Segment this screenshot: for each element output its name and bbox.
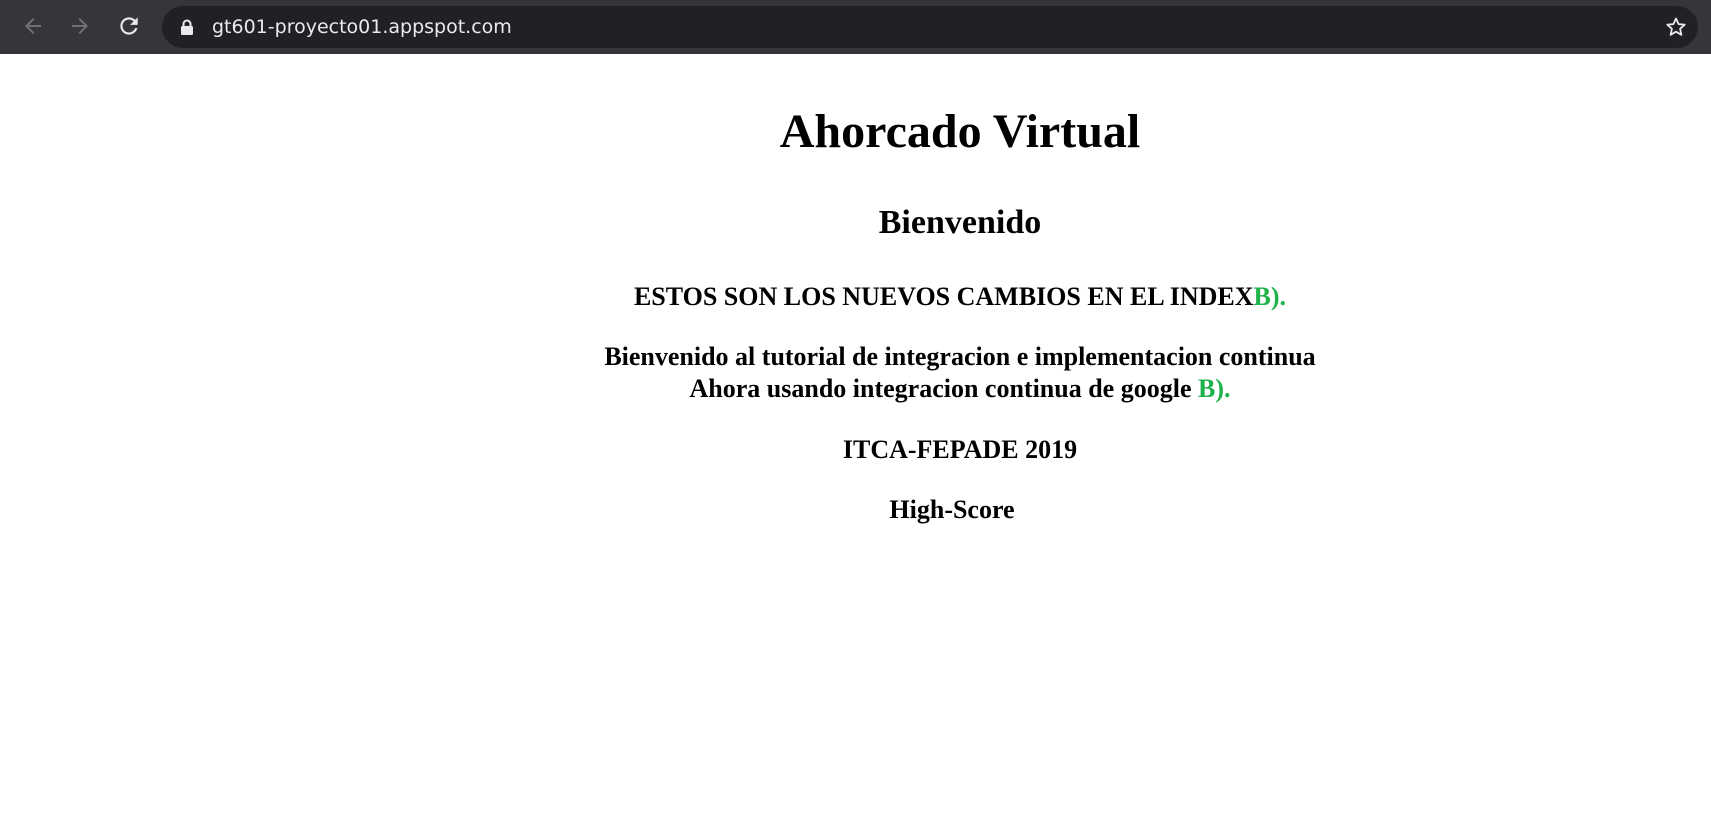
changes-text: ESTOS SON LOS NUEVOS CAMBIOS EN EL INDEX [633, 282, 1254, 311]
page-content: Ahorcado Virtual Bienvenido ESTOS SON LO… [0, 54, 1711, 819]
url-text: gt601-proyecto01.appspot.com [212, 16, 512, 38]
high-score-heading: High-Score [889, 495, 1015, 524]
tutorial-line-1: Bienvenido al tutorial de integracion e … [604, 342, 1316, 371]
org-line: ITCA-FEPADE 2019 [842, 435, 1078, 464]
tutorial-line-2: Ahora usando integracion continua de goo… [0, 373, 1711, 405]
tutorial-text: Ahora usando integracion continua de goo… [689, 374, 1198, 403]
welcome-heading: Bienvenido [878, 204, 1042, 241]
arrow-left-icon [25, 18, 41, 34]
address-bar[interactable]: gt601-proyecto01.appspot.com [162, 6, 1698, 48]
arrow-right-icon [72, 18, 88, 34]
lock-icon [181, 19, 193, 35]
tutorial-suffix: B). [1198, 374, 1231, 403]
browser-toolbar: gt601-proyecto01.appspot.com [0, 0, 1711, 54]
forward-button[interactable] [63, 9, 97, 43]
reload-button[interactable] [112, 9, 146, 43]
star-icon[interactable] [1664, 15, 1688, 39]
changes-line: ESTOS SON LOS NUEVOS CAMBIOS EN EL INDEX… [0, 281, 1711, 313]
reload-icon [120, 17, 138, 35]
page-title: Ahorcado Virtual [779, 105, 1141, 158]
back-button[interactable] [16, 9, 50, 43]
changes-suffix: B). [1253, 282, 1287, 311]
